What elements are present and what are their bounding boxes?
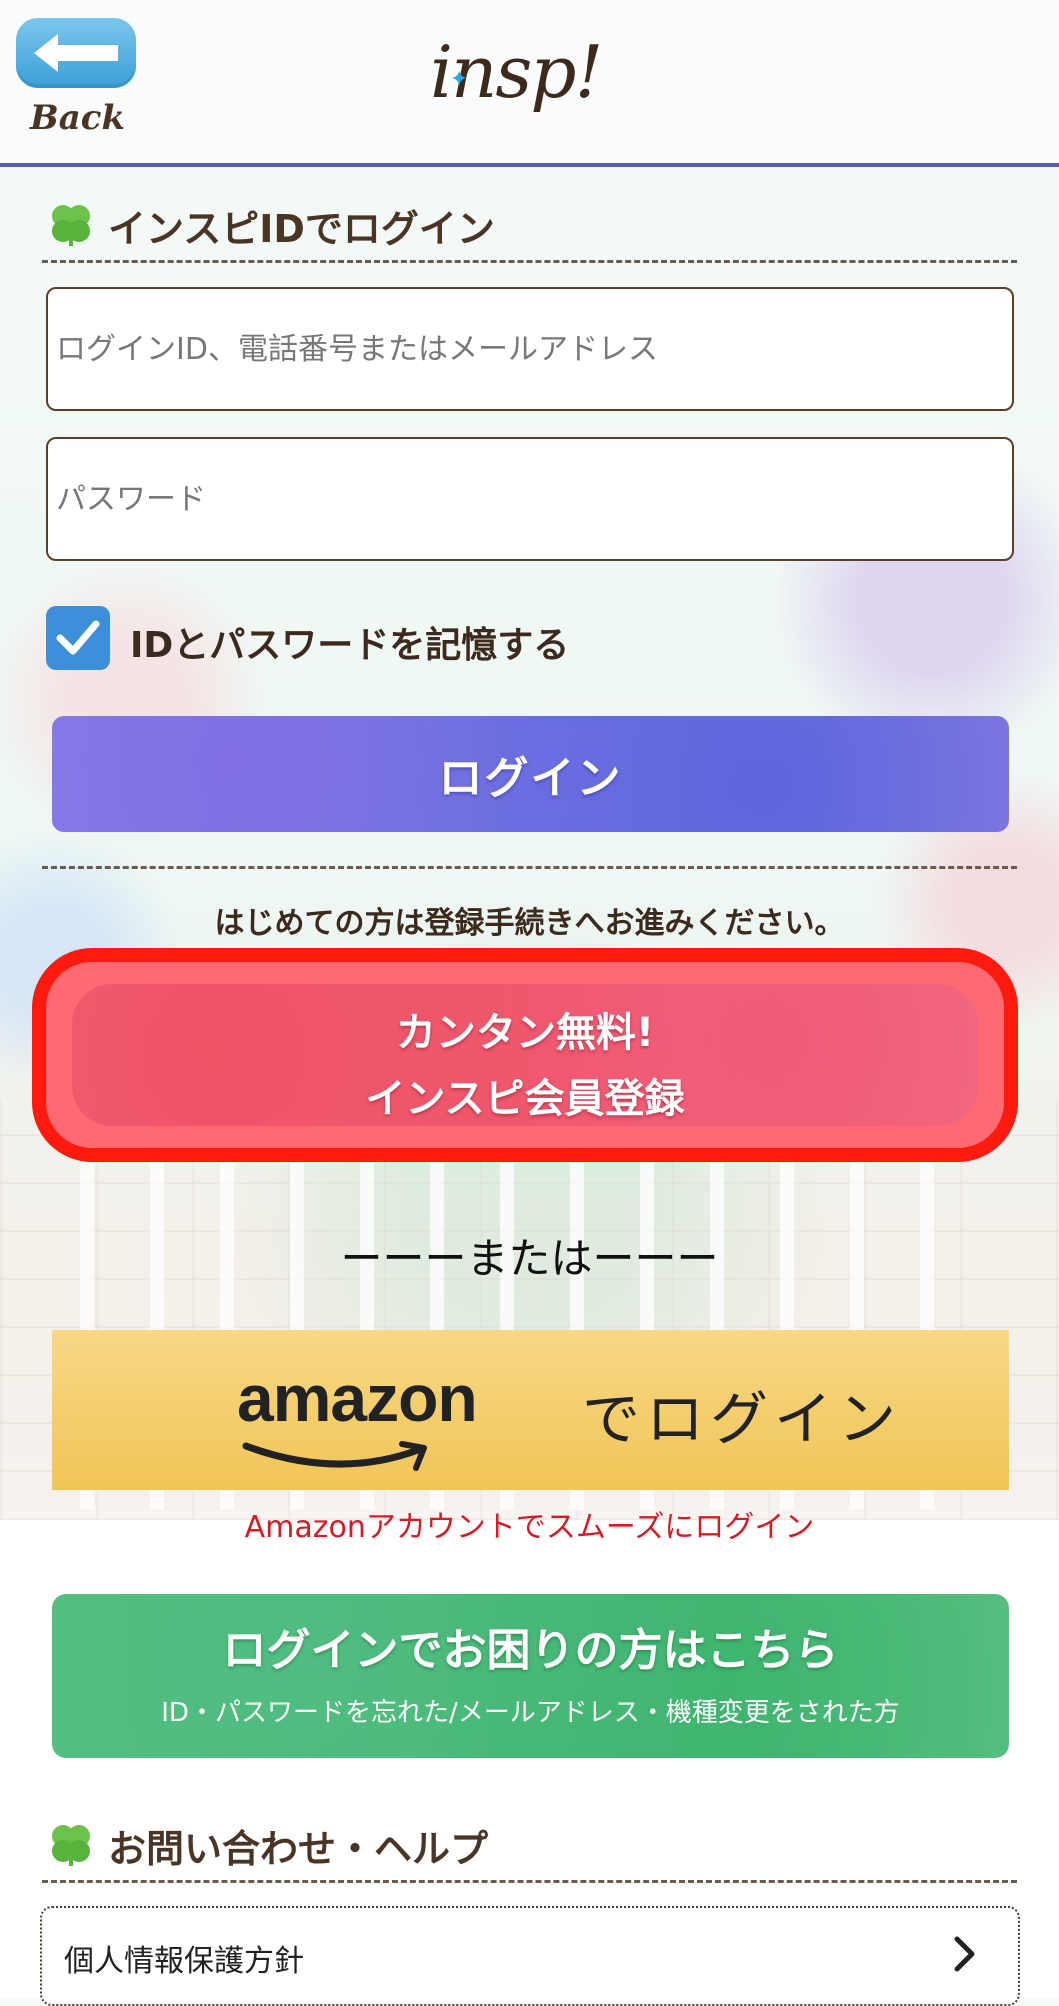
or-separator: ーーーまたはーーー xyxy=(340,1234,719,1283)
amazon-login-button[interactable]: amazon でログイン xyxy=(52,1330,1009,1490)
register-line2: インスピ会員登録 xyxy=(365,1076,685,1122)
login-help-title: ログインでお困りの方はこちら xyxy=(222,1625,839,1676)
amazon-logo: amazon xyxy=(237,1361,478,1435)
back-label: Back xyxy=(30,98,126,138)
help-section-title: お問い合わせ・ヘルプ xyxy=(42,1810,1017,1883)
register-button[interactable]: カンタン無料! インスピ会員登録 xyxy=(72,984,978,1126)
check-icon xyxy=(46,606,110,670)
amazon-login-text: でログイン xyxy=(582,1385,903,1453)
arrow-left-icon xyxy=(16,18,136,88)
login-button[interactable]: ログイン xyxy=(52,716,1009,832)
insp-logo[interactable]: ✦ insp! xyxy=(430,22,650,122)
register-guide-text: はじめての方は登録手続きへお進みください。 xyxy=(214,906,845,941)
clover-icon xyxy=(46,1822,96,1872)
section-title-text: インスピIDでログイン xyxy=(108,207,495,251)
chevron-right-icon xyxy=(952,1934,978,1978)
amazon-note: Amazonアカウントでスムーズにログイン xyxy=(244,1510,815,1545)
app-header: Back ✦ insp! xyxy=(0,0,1059,167)
clover-icon xyxy=(46,202,96,252)
section-title-text: お問い合わせ・ヘルプ xyxy=(108,1827,489,1871)
register-line1: カンタン無料! xyxy=(395,1010,655,1056)
login-button-label: ログイン xyxy=(438,753,623,804)
amazon-smile-icon xyxy=(242,1440,432,1478)
star-icon: ✦ xyxy=(450,67,468,92)
list-item-label: 個人情報保護方針 xyxy=(64,1944,304,1979)
back-button[interactable]: Back xyxy=(16,18,142,143)
list-item-privacy-policy[interactable]: 個人情報保護方針 xyxy=(40,1906,1020,2006)
login-help-button[interactable]: ログインでお困りの方はこちら ID・パスワードを忘れた/メールアドレス・機種変更… xyxy=(52,1594,1009,1758)
section-divider xyxy=(42,866,1017,869)
login-id-input[interactable] xyxy=(46,287,1014,411)
remember-label: IDとパスワードを記憶する xyxy=(130,625,570,666)
register-highlight: カンタン無料! インスピ会員登録 xyxy=(32,948,1018,1162)
login-section-title: インスピIDでログイン xyxy=(42,190,1017,263)
password-input[interactable] xyxy=(46,437,1014,561)
login-help-subtitle: ID・パスワードを忘れた/メールアドレス・機種変更をされた方 xyxy=(161,1698,900,1728)
